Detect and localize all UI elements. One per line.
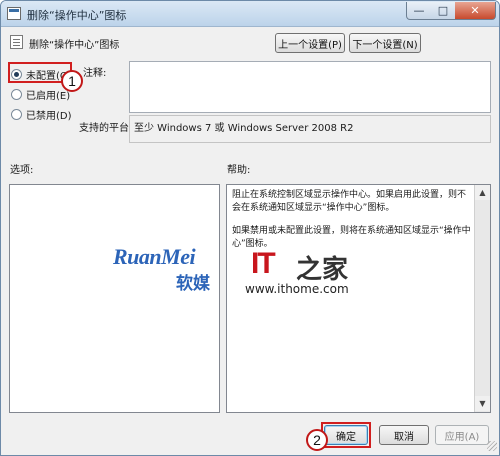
help-pane: 阻止在系统控制区域显示操作中心。如果启用此设置，则不会在系统通知区域显示“操作中…: [226, 184, 491, 413]
cancel-button[interactable]: 取消: [379, 425, 429, 445]
window-title: 删除“操作中心”图标: [27, 9, 127, 22]
maximize-button[interactable]: □: [431, 2, 456, 20]
ithome-logo: IT: [251, 247, 276, 280]
annotation-callout-1: 1: [61, 70, 83, 92]
scroll-down-icon[interactable]: ▼: [475, 396, 490, 411]
platform-value: 至少 Windows 7 或 Windows Server 2008 R2: [134, 123, 354, 134]
policy-setting-dialog: 删除“操作中心”图标 — □ ✕ 删除“操作中心”图标 上一个设置(P) 下一个…: [0, 0, 500, 456]
maximize-icon: □: [437, 4, 449, 17]
minimize-icon: —: [413, 4, 425, 17]
annotation-callout-2: 2: [306, 429, 328, 451]
comment-input[interactable]: [129, 61, 491, 113]
next-setting-button[interactable]: 下一个设置(N): [349, 33, 421, 53]
options-pane: [9, 184, 220, 413]
ithome-url-watermark: www.ithome.com: [245, 282, 349, 296]
radio-enabled-indicator[interactable]: [11, 89, 22, 100]
ruanmei-watermark-cn: 软媒: [176, 274, 210, 294]
policy-document-icon: [10, 35, 23, 49]
radio-disabled-label: 已禁用(D): [26, 111, 72, 122]
radio-enabled-label: 已启用(E): [26, 91, 71, 102]
radio-disabled[interactable]: 已禁用(D): [11, 107, 72, 122]
platform-box: 至少 Windows 7 或 Windows Server 2008 R2: [129, 115, 491, 143]
platform-label: 支持的平台:: [79, 123, 133, 134]
apply-button[interactable]: 应用(A): [435, 425, 489, 445]
options-section-label: 选项:: [10, 165, 34, 176]
minimize-button[interactable]: —: [406, 2, 432, 20]
radio-enabled[interactable]: 已启用(E): [11, 87, 70, 102]
comment-label: 注释:: [83, 68, 107, 79]
ithome-logo-zhi: 之家: [296, 255, 349, 285]
title-bar[interactable]: 删除“操作中心”图标 — □ ✕: [1, 1, 499, 27]
help-paragraph-1: 阻止在系统控制区域显示操作中心。如果启用此设置，则不会在系统通知区域显示“操作中…: [232, 190, 467, 213]
radio-disabled-indicator[interactable]: [11, 109, 22, 120]
policy-window-icon: [7, 7, 21, 20]
close-icon: ✕: [470, 4, 480, 17]
prev-setting-button[interactable]: 上一个设置(P): [275, 33, 345, 53]
ruanmei-watermark-logo: RuanMei: [113, 244, 196, 269]
close-button[interactable]: ✕: [455, 2, 496, 20]
help-scrollbar[interactable]: ▲ ▼: [474, 185, 490, 412]
annotation-highlight-ok: [321, 422, 371, 448]
resize-grip-icon[interactable]: [487, 441, 497, 451]
help-section-label: 帮助:: [227, 165, 251, 176]
policy-name: 删除“操作中心”图标: [29, 40, 120, 51]
scroll-up-icon[interactable]: ▲: [475, 185, 490, 200]
